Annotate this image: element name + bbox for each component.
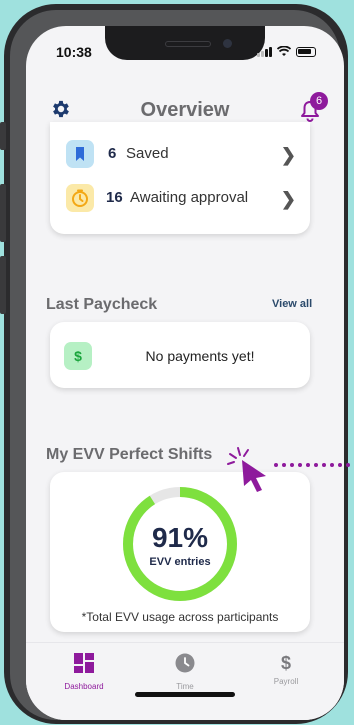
task-count: 16	[106, 189, 123, 206]
battery-icon	[296, 47, 316, 57]
dollar-icon: $	[280, 653, 291, 673]
empty-payments-message: No payments yet!	[145, 348, 255, 364]
section-title-evv: My EVV Perfect Shifts	[46, 446, 213, 463]
task-row-saved[interactable]: 6 Saved ❯	[50, 134, 310, 174]
last-paycheck-card: $ No payments yet!	[50, 322, 310, 388]
tab-label: Dashboard	[64, 682, 104, 691]
tab-time[interactable]: Time	[145, 653, 225, 691]
mute-switch	[0, 122, 6, 150]
task-label: Saved	[126, 145, 169, 162]
dashboard-icon	[74, 653, 94, 673]
timer-icon	[66, 184, 94, 212]
evv-card: 91% EVV entries *Total EVV usage across …	[50, 472, 310, 632]
signal-icon	[257, 47, 272, 57]
page-title: Overview	[140, 99, 230, 121]
view-all-link[interactable]: View all	[272, 298, 312, 310]
home-indicator	[135, 692, 235, 697]
status-time: 10:38	[56, 44, 92, 60]
speaker	[165, 41, 211, 47]
wifi-icon	[277, 46, 291, 56]
cursor-pointer-icon	[227, 447, 350, 492]
task-label: Awaiting approval	[130, 189, 249, 206]
front-camera	[223, 39, 232, 48]
task-count: 6	[108, 145, 117, 162]
tab-payroll[interactable]: $ Payroll	[246, 653, 326, 686]
notification-badge: 6	[310, 92, 328, 110]
tab-label: Time	[176, 682, 194, 691]
phone-rim: 10:38 Overview 6 6 Saved ❯ 16 Awaiting a…	[10, 10, 344, 720]
tab-label: Payroll	[273, 677, 299, 686]
chevron-right-icon: ❯	[280, 145, 296, 165]
notch	[105, 26, 265, 60]
volume-up-button	[0, 184, 6, 242]
section-title-last-paycheck: Last Paycheck	[46, 296, 158, 313]
evv-footnote: *Total EVV usage across participants	[81, 610, 279, 624]
evv-percent: 91%	[151, 522, 209, 553]
task-row-awaiting-approval[interactable]: 16 Awaiting approval ❯	[50, 178, 310, 218]
evv-caption: EVV entries	[149, 556, 211, 568]
volume-down-button	[0, 256, 6, 314]
bookmark-icon	[66, 140, 94, 168]
dollar-icon: $	[64, 342, 92, 370]
status-icons	[257, 46, 316, 57]
screen: 10:38 Overview 6 6 Saved ❯ 16 Awaiting a…	[26, 26, 344, 720]
chevron-right-icon: ❯	[280, 189, 296, 209]
tab-dashboard[interactable]: Dashboard	[44, 653, 124, 691]
clock-icon	[175, 653, 195, 673]
tab-bar: Dashboard Time $ Payroll	[26, 642, 344, 720]
tasks-card: 6 Saved ❯ 16 Awaiting approval ❯	[50, 122, 310, 234]
